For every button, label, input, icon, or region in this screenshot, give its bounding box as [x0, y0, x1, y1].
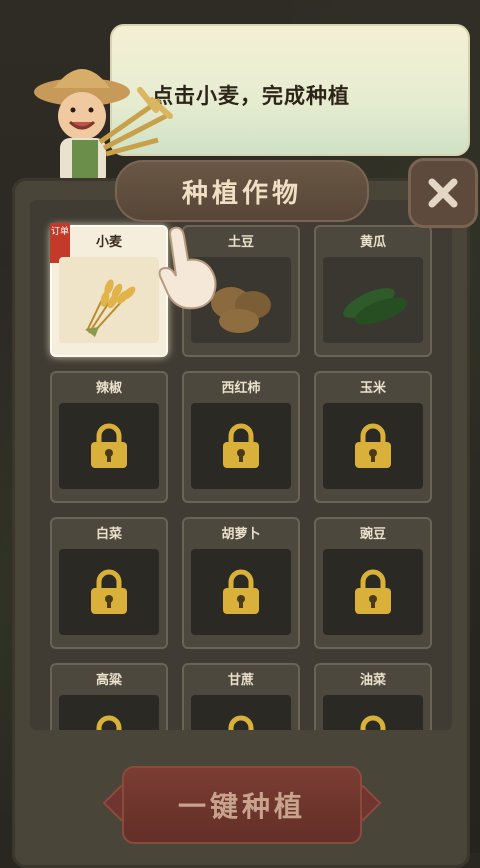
crop-card-pea[interactable]: 豌豆: [314, 517, 432, 649]
crop-card-cabbage[interactable]: 白菜: [50, 517, 168, 649]
crop-card-chili[interactable]: 辣椒: [50, 371, 168, 503]
cucumber-icon: [343, 288, 408, 325]
crop-label: 高粱: [95, 673, 122, 688]
crop-card-sorghum[interactable]: 高粱: [50, 663, 168, 730]
lock-icon: [360, 715, 386, 730]
locked-crop-image: [59, 403, 159, 489]
crop-card-sugarcane[interactable]: 甘蔗: [182, 663, 300, 730]
locked-crop-image: [59, 549, 159, 635]
locked-crop-image: [191, 695, 291, 730]
locked-crop-image: [323, 549, 423, 635]
crop-label: 豌豆: [359, 527, 386, 542]
lock-icon: [228, 715, 254, 730]
tooltip-text: 点击小麦，完成种植: [152, 83, 350, 108]
close-icon: [428, 178, 458, 208]
crop-panel: 订单 小麦 土豆 黄瓜 辣椒 西红柿 玉米 白菜 胡萝卜 豌豆 高粱 甘蔗 油菜: [12, 178, 470, 868]
locked-crop-image: [191, 403, 291, 489]
crop-label: 西红柿: [221, 381, 261, 396]
crop-label: 甘蔗: [227, 673, 254, 688]
crop-label: 黄瓜: [359, 235, 386, 250]
crop-label: 玉米: [359, 381, 386, 396]
lock-icon: [355, 569, 391, 614]
locked-crop-image: [323, 695, 423, 730]
pointing-hand-icon: [158, 226, 217, 310]
lock-icon: [91, 569, 127, 614]
crop-card-cucumber[interactable]: 黄瓜: [314, 225, 432, 357]
crop-label: 辣椒: [95, 381, 122, 396]
crop-card-corn[interactable]: 玉米: [314, 371, 432, 503]
crop-label: 白菜: [95, 527, 122, 542]
crop-card-wheat[interactable]: 订单 小麦: [50, 223, 168, 357]
crop-card-tomato[interactable]: 西红柿: [182, 371, 300, 503]
lock-icon: [223, 569, 259, 614]
wheat-image: [59, 257, 159, 343]
wheat-icon: [85, 279, 136, 337]
locked-crop-image: [323, 403, 423, 489]
lock-icon: [223, 423, 259, 468]
panel-title: 种植作物: [115, 160, 369, 222]
lock-icon: [96, 715, 122, 730]
locked-crop-image: [59, 695, 159, 730]
cucumber-image: [323, 257, 423, 343]
crop-card-carrot[interactable]: 胡萝卜: [182, 517, 300, 649]
locked-crop-image: [191, 549, 291, 635]
crop-label: 油菜: [359, 673, 386, 688]
crop-label: 小麦: [95, 235, 122, 250]
plant-all-button[interactable]: 一键种植: [122, 766, 362, 844]
crop-label: 胡萝卜: [221, 527, 261, 542]
lock-icon: [355, 423, 391, 468]
crop-grid: 订单 小麦 土豆 黄瓜 辣椒 西红柿 玉米 白菜 胡萝卜 豌豆 高粱 甘蔗 油菜: [30, 200, 452, 730]
close-button[interactable]: [408, 158, 478, 228]
crop-card-rapeseed[interactable]: 油菜: [314, 663, 432, 730]
lock-icon: [91, 423, 127, 468]
